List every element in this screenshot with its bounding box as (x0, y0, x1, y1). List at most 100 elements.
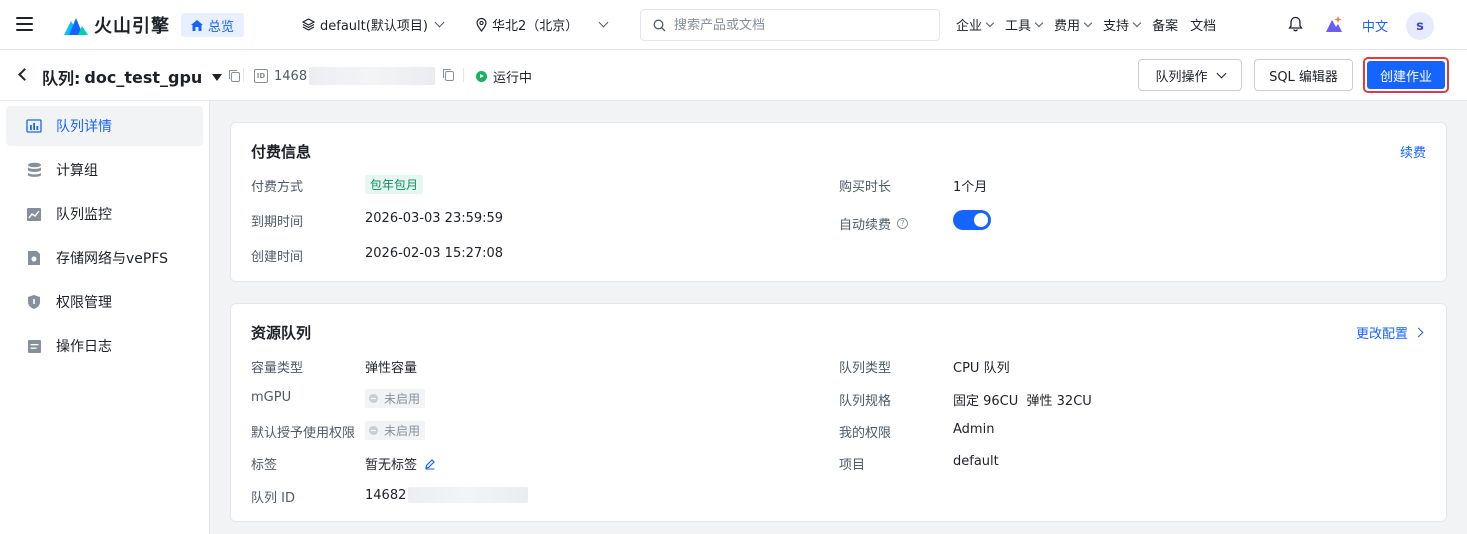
status-text: 运行中 (493, 71, 533, 86)
language-switch[interactable]: 中文 (1362, 16, 1388, 35)
duration-label: 购买时长 (839, 180, 892, 195)
monitor-chart-icon (26, 206, 42, 222)
id-icon: ID (254, 69, 268, 83)
sidebar-item-compute-group[interactable]: 计算组 (6, 150, 203, 190)
nav-item-label: 支持 (1103, 19, 1130, 34)
chevron-down-icon (1216, 68, 1226, 78)
region-select[interactable]: 华北2（北京） (476, 15, 609, 34)
storage-icon (26, 250, 42, 266)
page-title: 队列: doc_test_gpu (42, 65, 241, 89)
chevron-down-icon (434, 17, 445, 28)
top-navigation-bar: 火山引擎 总览 default(默认项目) 华北2（北京） 企业 工具 费用 支… (0, 0, 1467, 50)
auto-renew-toggle[interactable] (953, 210, 991, 230)
nav-item-filing[interactable]: 备案 (1152, 15, 1178, 34)
default-auth-tag-text: 未启用 (384, 424, 421, 438)
help-icon[interactable]: ? (897, 218, 909, 229)
queue-id-badge: ID 1468 (254, 67, 455, 85)
queue-id-value-wrap: 14682 (365, 487, 529, 503)
project-value: default (953, 454, 999, 469)
ai-assistant-icon[interactable] (1325, 15, 1343, 33)
expire-label: 到期时间 (251, 215, 304, 230)
sidebar-item-storage-network[interactable]: 存储网络与vePFS (6, 238, 203, 278)
home-overview-button[interactable]: 总览 (181, 13, 245, 37)
volcano-logo-icon (64, 18, 88, 35)
create-job-label: 创建作业 (1367, 61, 1445, 89)
home-label: 总览 (208, 19, 235, 35)
nav-item-support[interactable]: 支持 (1103, 15, 1142, 34)
default-auth-label: 默认授予使用权限 (251, 426, 356, 441)
change-config-label: 更改配置 (1356, 327, 1409, 342)
renew-link[interactable]: 续费 (1400, 142, 1426, 161)
queue-id-value: 1468 (274, 68, 308, 84)
search-icon (653, 19, 666, 31)
pay-method-tag: 包年包月 (365, 175, 424, 194)
queue-id-label: 队列 ID (251, 491, 295, 506)
logo[interactable]: 火山引擎 (64, 12, 170, 38)
avatar[interactable]: s (1406, 12, 1434, 40)
divider (463, 68, 464, 82)
pay-method-value: 包年包月 (365, 175, 424, 194)
nav-item-billing[interactable]: 费用 (1054, 15, 1093, 34)
chevron-down-icon (1034, 18, 1044, 28)
layers-icon (302, 18, 315, 31)
my-permission-value: Admin (953, 422, 995, 437)
mgpu-tag-text: 未启用 (384, 392, 421, 406)
pay-method-label: 付费方式 (251, 180, 304, 195)
auto-renew-label: 自动续费 (839, 218, 892, 233)
created-label: 创建时间 (251, 250, 304, 265)
sidebar: 队列详情 计算组 队列监控 存储网络与vePFS 权限管理 操作日志 (0, 101, 210, 534)
tags-label: 标签 (251, 458, 278, 473)
default-auth-tag: 未启用 (365, 421, 426, 440)
sidebar-item-label: 存储网络与vePFS (56, 251, 169, 267)
copy-icon[interactable] (443, 69, 455, 81)
log-icon (26, 338, 42, 354)
sidebar-item-label: 权限管理 (56, 295, 112, 311)
nav-item-enterprise[interactable]: 企业 (956, 15, 995, 34)
chevron-down-icon (598, 17, 609, 28)
sidebar-item-label: 队列详情 (56, 119, 112, 135)
change-config-link[interactable]: 更改配置 (1356, 323, 1424, 342)
sidebar-item-operation-log[interactable]: 操作日志 (6, 326, 203, 366)
logo-text: 火山引擎 (94, 16, 170, 37)
sidebar-item-label: 队列监控 (56, 207, 112, 223)
create-job-button[interactable]: 创建作业 (1363, 57, 1449, 93)
home-icon (191, 19, 203, 31)
sql-editor-label: SQL 编辑器 (1269, 69, 1338, 85)
nav-item-docs[interactable]: 文档 (1190, 15, 1216, 34)
default-auth-value: 未启用 (365, 421, 426, 440)
copy-icon[interactable] (229, 70, 241, 82)
resource-queue-card: 资源队列 更改配置 容量类型 弹性容量 mGPU 未启用 默认授予使用权限 未启… (230, 303, 1447, 522)
spec-value: 固定 96CU 弹性 32CU (953, 394, 1092, 409)
nav-item-label: 备案 (1152, 19, 1179, 34)
edit-pencil-icon[interactable] (424, 458, 436, 470)
menu-icon[interactable] (16, 17, 33, 31)
sql-editor-button[interactable]: SQL 编辑器 (1254, 59, 1353, 91)
back-arrow-icon[interactable] (18, 68, 31, 81)
caret-down-icon[interactable] (212, 73, 223, 81)
mgpu-tag: 未启用 (365, 389, 426, 408)
queue-type-value: CPU 队列 (953, 361, 1010, 376)
queue-header: 队列: doc_test_gpu ID 1468 运行中 (0, 50, 1467, 101)
search-input[interactable] (674, 17, 924, 33)
shield-icon (26, 294, 42, 310)
sidebar-item-label: 计算组 (56, 163, 98, 179)
redacted-id (408, 487, 529, 503)
queue-operations-label: 队列操作 (1155, 69, 1208, 85)
nav-item-tools[interactable]: 工具 (1005, 15, 1044, 34)
sidebar-item-queue-monitor[interactable]: 队列监控 (6, 194, 203, 234)
bell-icon[interactable] (1288, 16, 1303, 32)
project-select[interactable]: default(默认项目) (302, 15, 445, 34)
capacity-label: 容量类型 (251, 361, 304, 376)
nav-item-label: 费用 (1054, 19, 1081, 34)
location-pin-icon (476, 17, 487, 32)
sidebar-item-permissions[interactable]: 权限管理 (6, 282, 203, 322)
queue-operations-button[interactable]: 队列操作 (1138, 59, 1242, 91)
sidebar-item-queue-details[interactable]: 队列详情 (6, 106, 203, 146)
nav-item-label: 工具 (1005, 19, 1032, 34)
spec-label: 队列规格 (839, 394, 892, 409)
project-select-value: default(默认项目) (320, 19, 428, 34)
search-box[interactable] (640, 9, 940, 41)
queue-id-value: 14682 (365, 487, 407, 503)
chevron-down-icon (1083, 18, 1093, 28)
tags-value-text: 暂无标签 (365, 458, 418, 473)
